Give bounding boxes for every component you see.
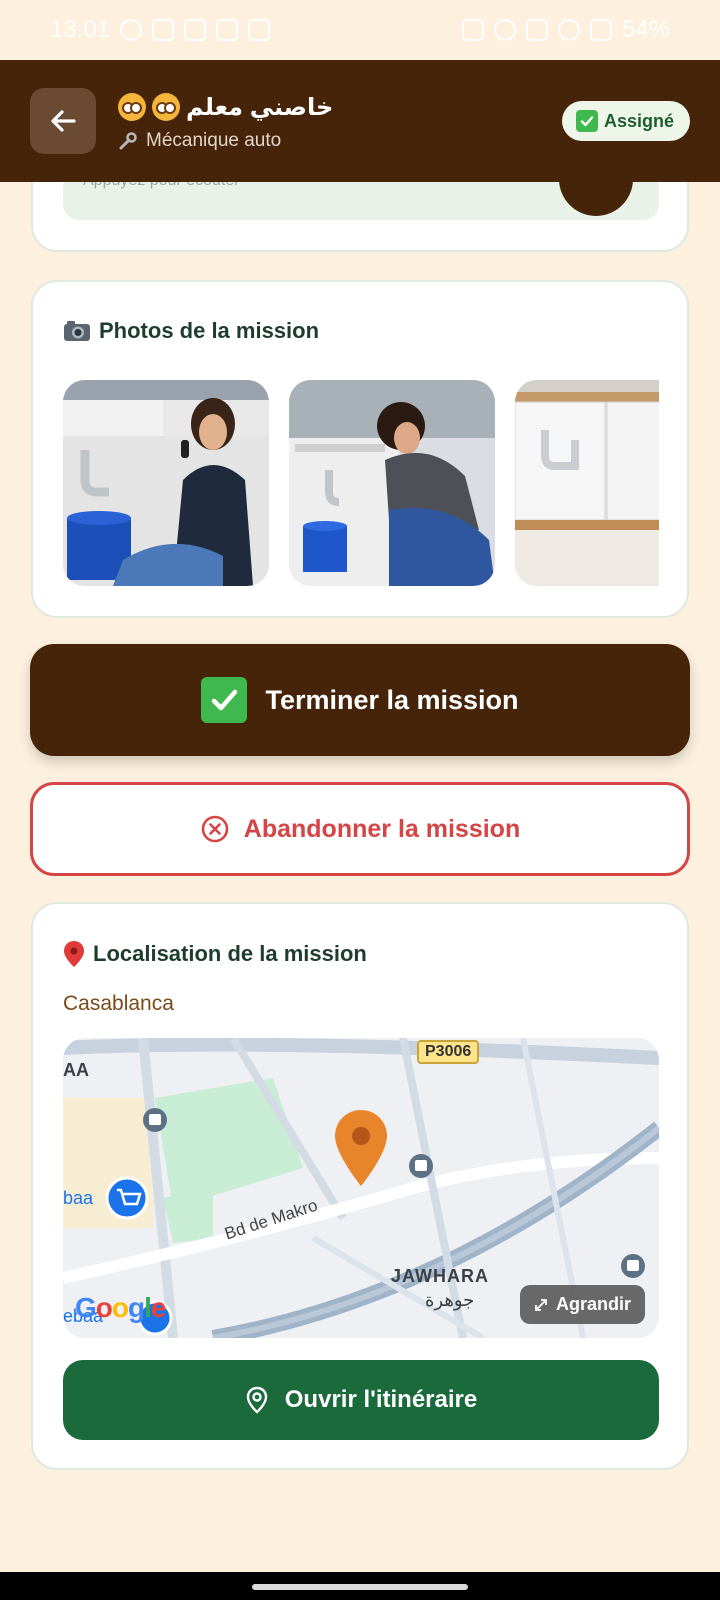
location-heading: Localisation de la mission: [63, 940, 367, 968]
road-shield: P3006: [417, 1040, 480, 1064]
photos-card: Photos de la mission: [31, 280, 689, 618]
map-pin-icon: [64, 941, 84, 967]
google-logo: Google: [75, 1292, 166, 1323]
wifi-icon: [557, 19, 580, 41]
complete-mission-label: Terminer la mission: [265, 684, 519, 715]
astonished-face-icon: [152, 93, 180, 121]
location-pin-icon: [246, 1386, 267, 1414]
alarm-icon: [461, 19, 484, 41]
page-title: خاصني معلم: [118, 90, 562, 124]
abandon-mission-label: Abandonner la mission: [243, 814, 521, 843]
status-time: 13:01: [50, 16, 111, 43]
photos-heading: Photos de la mission: [63, 318, 319, 344]
page-title-text: خاصني معلم: [186, 93, 334, 121]
complete-mission-button[interactable]: Terminer la mission: [30, 644, 690, 756]
status-bar: 13:01 54%: [0, 0, 720, 60]
check-mark-icon: [201, 677, 248, 723]
expand-map-label: Agrandir: [555, 1294, 631, 1314]
home-gesture-handle[interactable]: [252, 1584, 468, 1590]
open-route-label: Ouvrir l'itinéraire: [284, 1386, 478, 1413]
astonished-face-icon: [118, 93, 146, 121]
status-left: 13:01: [50, 16, 271, 44]
location-title: Localisation de la mission: [93, 941, 367, 966]
location-card: Localisation de la mission Casablanca P3…: [31, 902, 689, 1470]
signal-icon: [589, 19, 612, 41]
map-view[interactable]: P3006 AA baa ebaa Bd de Makro JAWHARA جو…: [63, 1038, 659, 1338]
map-district-arabic-label: جوهرة: [425, 1290, 475, 1310]
camera-icon: [64, 321, 90, 341]
category-label: Mécanique auto: [146, 130, 282, 151]
navigation-bar: [0, 1572, 720, 1600]
open-route-button[interactable]: Ouvrir l'itinéraire: [63, 1360, 659, 1440]
gallery-icon: [248, 19, 271, 41]
check-mark-icon: [575, 110, 598, 132]
app-header: خاصني معلم Mécanique auto Assigné: [0, 60, 720, 182]
status-badge: Assigné: [561, 101, 690, 141]
lock-icon: [216, 19, 239, 41]
mission-photo-3[interactable]: [515, 380, 659, 586]
battery-level: 54%: [621, 16, 670, 43]
gmail-icon: [184, 19, 207, 41]
mission-photo-1[interactable]: [63, 380, 269, 586]
mute-icon: [525, 19, 548, 41]
page-subtitle: Mécanique auto: [118, 130, 562, 152]
map-label-edge-top: AA: [63, 1060, 89, 1080]
cancel-circle-icon: [201, 815, 229, 843]
abandon-mission-button[interactable]: Abandonner la mission: [30, 782, 690, 876]
map-district-label: JAWHARA: [391, 1266, 490, 1286]
arrow-left-icon: [51, 110, 76, 132]
notification-icon: [152, 19, 175, 41]
expand-icon: [535, 1298, 547, 1311]
photos-carousel[interactable]: [63, 380, 659, 588]
photos-title: Photos de la mission: [99, 318, 320, 343]
back-button[interactable]: [30, 88, 96, 154]
wrench-icon: [119, 132, 137, 150]
city-label: Casablanca: [63, 992, 174, 1015]
instagram-icon: [120, 19, 143, 41]
map-label-edge-mid: baa: [63, 1188, 94, 1208]
status-right: 54%: [461, 16, 670, 44]
mission-photo-2[interactable]: [289, 380, 495, 586]
expand-map-button[interactable]: Agrandir: [519, 1285, 645, 1324]
header-text: خاصني معلم Mécanique auto: [118, 90, 562, 152]
do-not-disturb-icon: [493, 19, 516, 41]
status-badge-label: Assigné: [603, 110, 674, 131]
